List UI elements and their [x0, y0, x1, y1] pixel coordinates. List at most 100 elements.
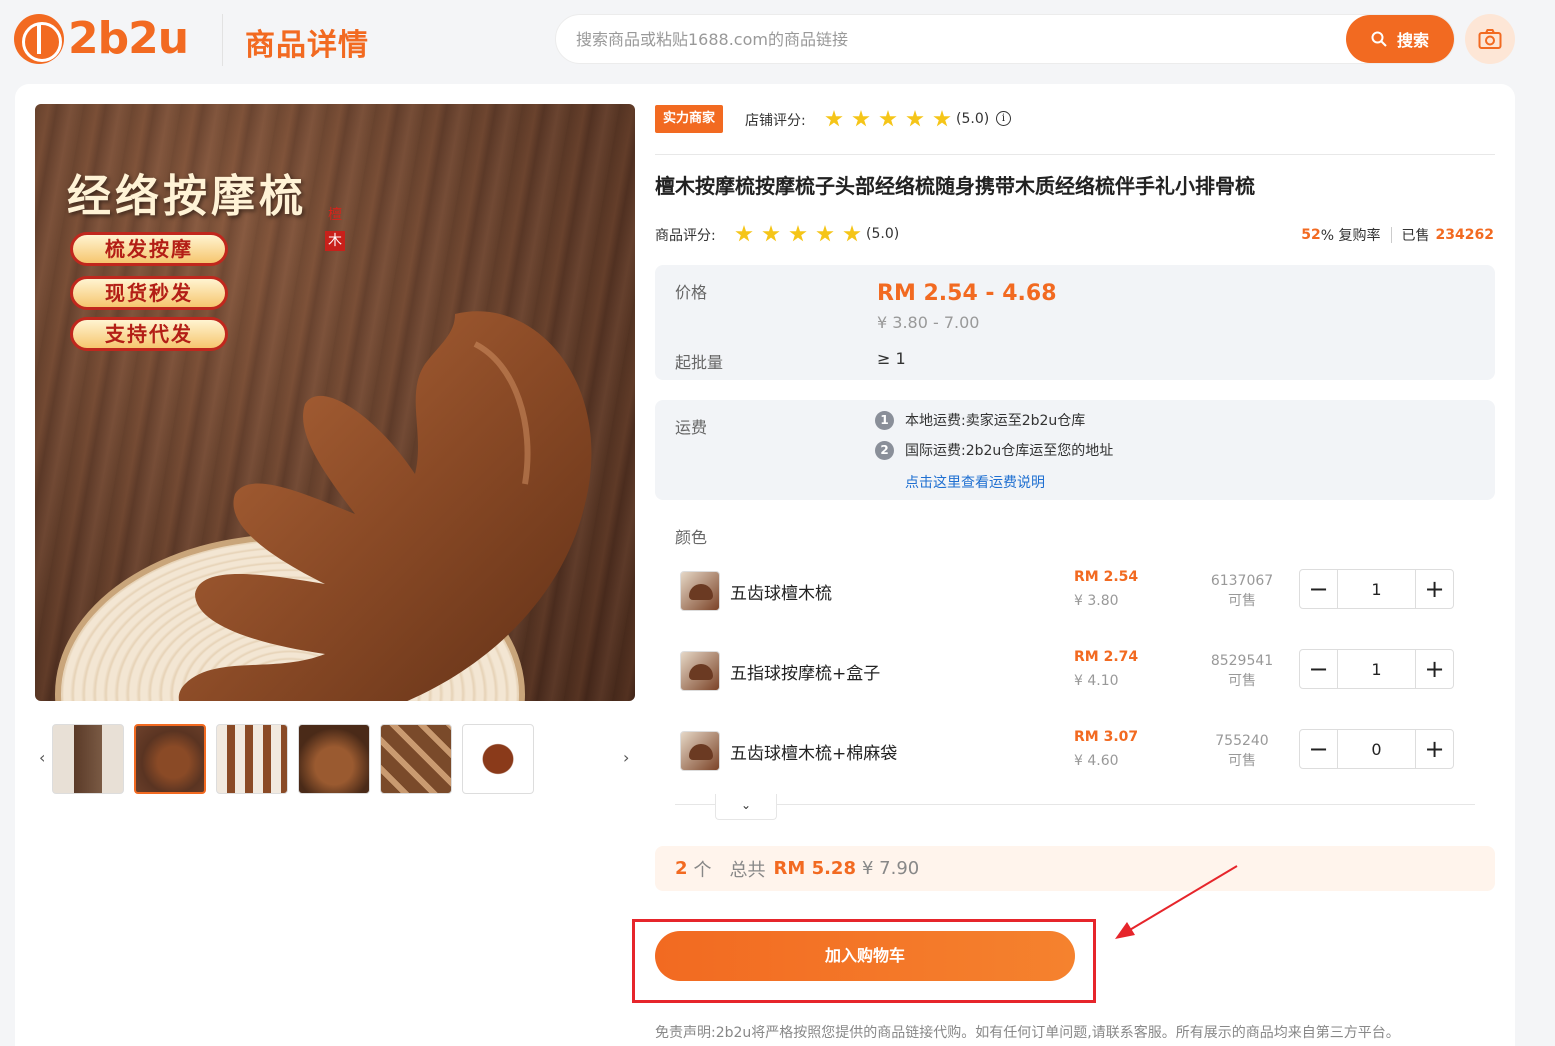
stock-count: 755240 — [1215, 733, 1269, 749]
variant-price-cny: ¥ 3.80 — [1074, 593, 1119, 609]
thumb-next-button[interactable]: › — [623, 748, 629, 767]
variant-price-rm: RM 2.54 — [1074, 569, 1139, 585]
thumbnail[interactable] — [52, 724, 124, 794]
moq-label: 起批量 — [675, 353, 724, 372]
search-button[interactable]: 搜索 — [1346, 15, 1454, 63]
image-search-button[interactable] — [1465, 14, 1515, 64]
shipping-step-text: 本地运费:卖家运至2b2u仓库 — [905, 413, 1086, 429]
search-button-label: 搜索 — [1396, 31, 1429, 50]
stock-label: 可售 — [1228, 593, 1256, 609]
variant-thumbnail[interactable] — [680, 571, 720, 611]
decrement-button[interactable]: − — [1300, 730, 1338, 768]
variant-name: 五齿球檀木梳+棉麻袋 — [730, 744, 898, 764]
star-icon — [816, 225, 834, 242]
sold-label: 已售 — [1401, 228, 1430, 244]
summary-count-unit: 个 — [693, 859, 712, 881]
thumbnail[interactable] — [462, 724, 534, 794]
image-tag: 支持代发 — [70, 317, 228, 351]
search-icon — [1371, 31, 1387, 47]
quantity-stepper: − + — [1299, 729, 1454, 769]
variant-row: 五齿球檀木梳+棉麻袋 RM 3.07 ¥ 4.60 755240 可售 − + — [680, 729, 1480, 773]
summary-total-label: 总共 — [729, 859, 766, 881]
add-to-cart-button[interactable]: 加入购物车 — [655, 931, 1075, 981]
expand-variants-button[interactable]: ⌄ — [715, 794, 777, 820]
shipping-step: 2 国际运费:2b2u仓库运至您的地址 — [875, 440, 1113, 460]
seal-char: 木 — [325, 231, 345, 251]
increment-button[interactable]: + — [1415, 650, 1453, 688]
sales-stats: 52 % 复购率 已售 234262 — [1301, 225, 1494, 245]
step-number: 2 — [875, 440, 894, 460]
annotation-arrow-icon — [1115, 865, 1238, 939]
star-icon — [852, 110, 870, 127]
quantity-input[interactable] — [1338, 730, 1415, 768]
shipping-label: 运费 — [675, 418, 708, 437]
price-panel: 价格 RM 2.54 - 4.68 ¥ 3.80 - 7.00 起批量 ≥ 1 — [655, 265, 1495, 380]
goods-rating-label: 商品评分: — [655, 228, 716, 244]
price-cny: ¥ 3.80 - 7.00 — [877, 313, 980, 332]
step-number: 1 — [875, 410, 894, 430]
variant-price-cny: ¥ 4.60 — [1074, 753, 1119, 769]
variant-thumbnail[interactable] — [680, 651, 720, 691]
quantity-input[interactable] — [1338, 650, 1415, 688]
quantity-input[interactable] — [1338, 570, 1415, 608]
camera-icon — [1478, 29, 1502, 49]
variant-price-rm: RM 2.74 — [1074, 649, 1139, 665]
shop-rating-label: 店铺评分: — [745, 113, 806, 129]
repurchase-label: % 复购率 — [1320, 228, 1381, 244]
star-icon — [906, 110, 924, 127]
thumbnail[interactable] — [216, 724, 288, 794]
search-bar: 搜索 — [555, 14, 1455, 64]
shipping-step-text: 国际运费:2b2u仓库运至您的地址 — [905, 443, 1114, 459]
increment-button[interactable]: + — [1415, 570, 1453, 608]
summary-total-cny: ¥ 7.90 — [861, 858, 920, 879]
seal-char: 檀 — [328, 207, 342, 223]
chevron-down-icon: ⌄ — [740, 798, 752, 812]
shipping-panel: 运费 1 本地运费:卖家运至2b2u仓库 2 国际运费:2b2u仓库运至您的地址… — [655, 400, 1495, 500]
logo[interactable]: 2b2u — [14, 13, 189, 64]
disclaimer-text: 免责声明:2b2u将严格按照您提供的商品链接代购。如有任何订单问题,请联系客服。… — [655, 1025, 1400, 1041]
star-icon — [735, 225, 753, 242]
logo-mark-icon — [14, 14, 64, 64]
shop-badge: 实力商家 — [655, 105, 724, 133]
decrement-button[interactable]: − — [1300, 570, 1338, 608]
stock-count: 6137067 — [1210, 573, 1274, 589]
variant-price-rm: RM 3.07 — [1074, 729, 1139, 745]
image-title: 经络按摩梳 — [67, 171, 307, 222]
summary-count: 2 — [675, 858, 688, 879]
stock-label: 可售 — [1228, 673, 1256, 689]
variant-row: 五指球按摩梳+盒子 RM 2.74 ¥ 4.10 8529541 可售 − + — [680, 649, 1480, 693]
info-icon[interactable]: i — [996, 111, 1011, 126]
divider — [675, 804, 1475, 805]
image-tag: 梳发按摩 — [70, 232, 228, 266]
quantity-stepper: − + — [1299, 649, 1454, 689]
stock-count: 8529541 — [1210, 653, 1274, 669]
seal-stamp: 檀 木 — [325, 205, 345, 251]
search-input[interactable] — [576, 15, 1336, 63]
page-title: 商品详情 — [245, 28, 369, 63]
thumbnail[interactable] — [298, 724, 370, 794]
goods-rating-value: (5.0) — [866, 226, 900, 242]
star-icon — [879, 110, 897, 127]
stock-label: 可售 — [1228, 753, 1256, 769]
variant-stock: 6137067 可售 — [1200, 571, 1284, 611]
logo-text: 2b2u — [68, 13, 189, 64]
price-label: 价格 — [675, 283, 708, 302]
star-icon — [825, 110, 843, 127]
goods-rating-stars: (5.0) — [735, 225, 899, 243]
header-divider — [222, 14, 223, 66]
star-icon — [933, 110, 951, 127]
thumb-prev-button[interactable]: ‹ — [39, 748, 45, 767]
price-rm: RM 2.54 - 4.68 — [877, 281, 1057, 306]
thumbnail[interactable] — [134, 724, 206, 794]
main-product-image[interactable]: 经络按摩梳 檀 木 梳发按摩 现货秒发 支持代发 — [35, 104, 635, 701]
decrement-button[interactable]: − — [1300, 650, 1338, 688]
shipping-info-link[interactable]: 点击这里查看运费说明 — [905, 472, 1045, 492]
comb-graphic — [178, 311, 592, 701]
summary-total-rm: RM 5.28 — [773, 858, 856, 879]
thumbnail-strip: ‹ › — [35, 724, 635, 794]
thumbnail[interactable] — [380, 724, 452, 794]
increment-button[interactable]: + — [1415, 730, 1453, 768]
product-title: 檀木按摩梳按摩梳子头部经络梳随身携带木质经络梳伴手礼小排骨梳 — [655, 174, 1255, 198]
order-summary: 2 个 总共 RM 5.28 ¥ 7.90 — [655, 846, 1495, 891]
variant-thumbnail[interactable] — [680, 731, 720, 771]
